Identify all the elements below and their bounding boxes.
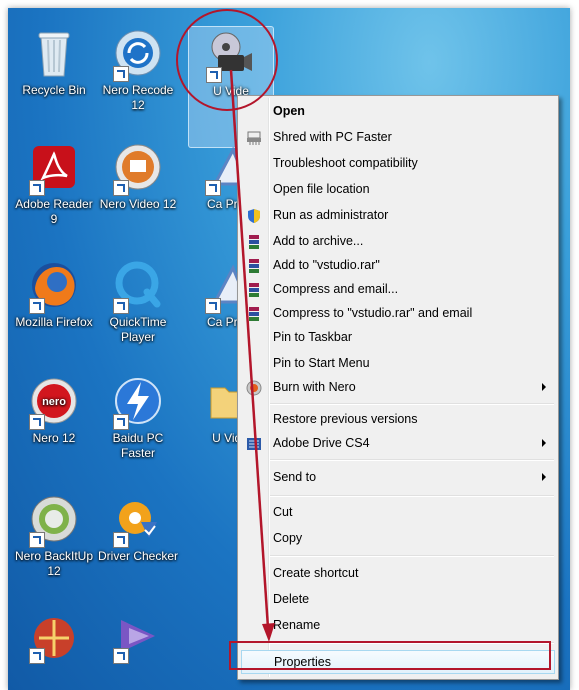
annotation-arrow	[229, 69, 275, 642]
screenshot-frame: Recycle Bin Adobe Reader 9 Mozilla Firef…	[0, 0, 579, 690]
arrow-head-icon	[262, 623, 275, 642]
